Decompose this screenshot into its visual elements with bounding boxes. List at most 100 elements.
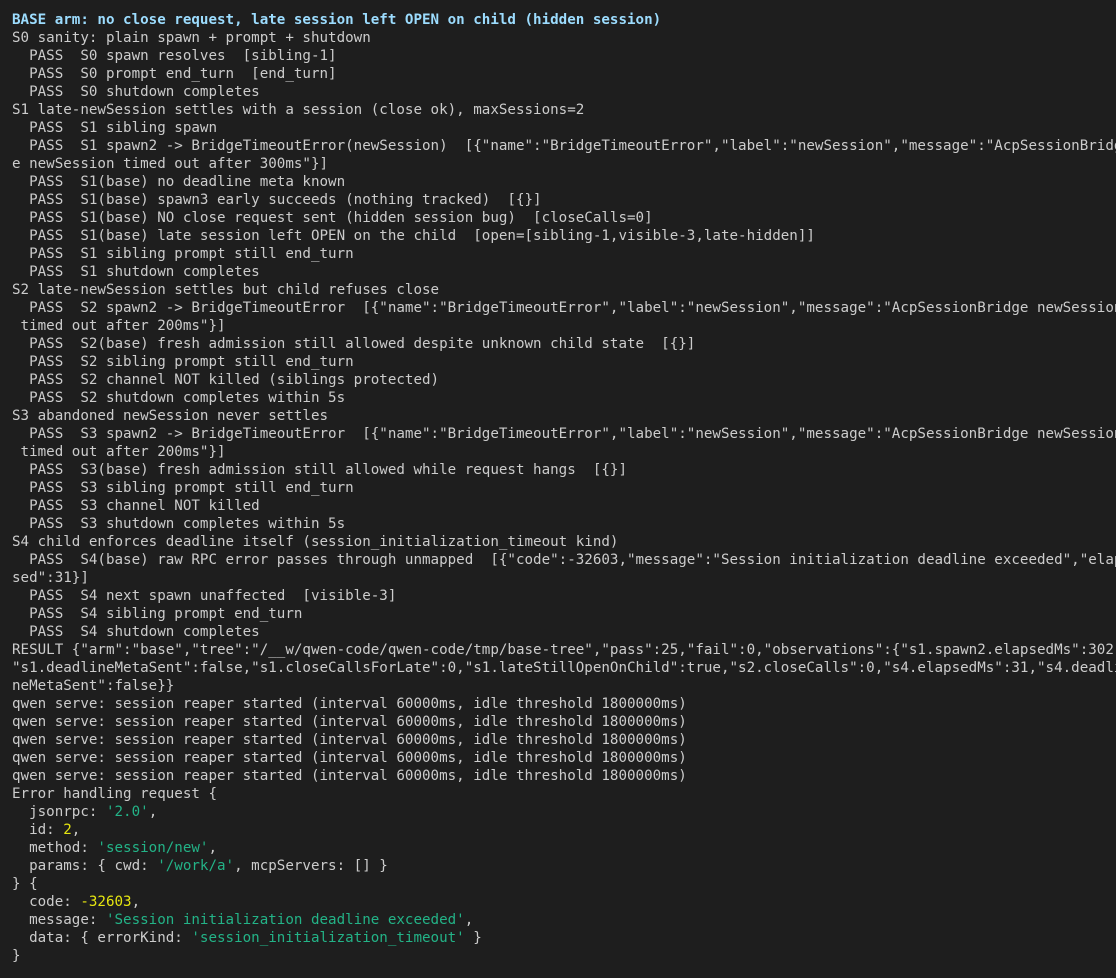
terminal-text: PASS S4 next spawn unaffected [visible-3… (12, 588, 397, 604)
terminal-text: e newSession timed out after 300ms"}] (12, 156, 329, 172)
terminal-text: id: (12, 822, 64, 838)
terminal-text: sed":31}] (12, 570, 89, 586)
terminal-line: S4 child enforces deadline itself (sessi… (12, 533, 1116, 551)
terminal-text: S3 abandoned newSession never settles (12, 408, 329, 424)
terminal-text: PASS S3 shutdown completes within 5s (12, 516, 346, 532)
terminal-text: PASS S1 shutdown completes (12, 264, 260, 280)
terminal-line: } (12, 947, 1116, 965)
terminal-line: PASS S1 spawn2 -> BridgeTimeoutError(new… (12, 137, 1116, 155)
terminal-text: PASS S1 sibling spawn (12, 120, 217, 136)
terminal-text: PASS S2 shutdown completes within 5s (12, 390, 346, 406)
terminal-line: qwen serve: session reaper started (inte… (12, 749, 1116, 767)
terminal-line: PASS S3 sibling prompt still end_turn (12, 479, 1116, 497)
terminal-line: S0 sanity: plain spawn + prompt + shutdo… (12, 29, 1116, 47)
terminal-text: PASS S2(base) fresh admission still allo… (12, 336, 696, 352)
terminal-text: PASS S1(base) NO close request sent (hid… (12, 210, 653, 226)
terminal-text: PASS S1 spawn2 -> BridgeTimeoutError(new… (12, 138, 1116, 154)
terminal-text: '/work/a' (157, 858, 235, 874)
terminal-text: , (208, 840, 218, 856)
terminal-text: } (12, 948, 21, 964)
terminal-text: 'session_initialization_timeout' (191, 930, 465, 946)
terminal-text: PASS S3 sibling prompt still end_turn (12, 480, 354, 496)
terminal-text: message: (12, 912, 106, 928)
terminal-line: PASS S1(base) spawn3 early succeeds (not… (12, 191, 1116, 209)
terminal-line: Error handling request { (12, 785, 1116, 803)
terminal-text: PASS S3 spawn2 -> BridgeTimeoutError [{"… (12, 426, 1116, 442)
terminal-text: '2.0' (105, 804, 149, 820)
terminal-line: message: 'Session initialization deadlin… (12, 911, 1116, 929)
terminal-line: method: 'session/new', (12, 839, 1116, 857)
terminal-line: timed out after 200ms"}] (12, 443, 1116, 461)
terminal-text: BASE arm: no close request, late session… (12, 12, 662, 28)
terminal-text: S4 child enforces deadline itself (sessi… (12, 534, 619, 550)
terminal-text: PASS S1(base) late session left OPEN on … (12, 228, 815, 244)
terminal-text: PASS S3 channel NOT killed (12, 498, 260, 514)
terminal-text: jsonrpc: (12, 804, 106, 820)
terminal-text: } (464, 930, 482, 946)
terminal-line: PASS S4 next spawn unaffected [visible-3… (12, 587, 1116, 605)
terminal-text: PASS S4 sibling prompt end_turn (12, 606, 303, 622)
terminal-line: PASS S0 shutdown completes (12, 83, 1116, 101)
terminal-text: params: { cwd: (12, 858, 158, 874)
terminal-line: sed":31}] (12, 569, 1116, 587)
terminal-line: PASS S2 channel NOT killed (siblings pro… (12, 371, 1116, 389)
terminal-text: , (464, 912, 474, 928)
terminal-text: qwen serve: session reaper started (inte… (12, 750, 687, 766)
terminal-text: code: (12, 894, 81, 910)
terminal-line: neMetaSent":false}} (12, 677, 1116, 695)
terminal-line: PASS S2(base) fresh admission still allo… (12, 335, 1116, 353)
terminal-text: PASS S0 spawn resolves [sibling-1] (12, 48, 337, 64)
terminal-text: PASS S2 channel NOT killed (siblings pro… (12, 372, 440, 388)
terminal-text: PASS S3(base) fresh admission still allo… (12, 462, 627, 478)
terminal-line: PASS S1(base) no deadline meta known (12, 173, 1116, 191)
terminal-line: qwen serve: session reaper started (inte… (12, 731, 1116, 749)
terminal-text: PASS S0 shutdown completes (12, 84, 260, 100)
terminal-output[interactable]: BASE arm: no close request, late session… (0, 0, 1116, 978)
terminal-text: 'session/new' (97, 840, 209, 856)
terminal-line: PASS S3 spawn2 -> BridgeTimeoutError [{"… (12, 425, 1116, 443)
terminal-text: , (131, 894, 141, 910)
terminal-text: S1 late-newSession settles with a sessio… (12, 102, 585, 118)
terminal-text: PASS S4(base) raw RPC error passes throu… (12, 552, 1116, 568)
terminal-line: PASS S1 sibling prompt still end_turn (12, 245, 1116, 263)
terminal-line: PASS S4 sibling prompt end_turn (12, 605, 1116, 623)
terminal-text: qwen serve: session reaper started (inte… (12, 714, 687, 730)
terminal-line: PASS S3 channel NOT killed (12, 497, 1116, 515)
terminal-text: , (148, 804, 158, 820)
terminal-line: RESULT {"arm":"base","tree":"/__w/qwen-c… (12, 641, 1116, 659)
terminal-text: qwen serve: session reaper started (inte… (12, 732, 687, 748)
terminal-line: qwen serve: session reaper started (inte… (12, 713, 1116, 731)
terminal-line: params: { cwd: '/work/a', mcpServers: []… (12, 857, 1116, 875)
terminal-line: PASS S1(base) late session left OPEN on … (12, 227, 1116, 245)
terminal-line: PASS S1 shutdown completes (12, 263, 1116, 281)
terminal-line: PASS S0 spawn resolves [sibling-1] (12, 47, 1116, 65)
terminal-text: qwen serve: session reaper started (inte… (12, 696, 687, 712)
terminal-line: } { (12, 875, 1116, 893)
terminal-text: PASS S2 spawn2 -> BridgeTimeoutError [{"… (12, 300, 1116, 316)
terminal-line: PASS S2 shutdown completes within 5s (12, 389, 1116, 407)
terminal-line: id: 2, (12, 821, 1116, 839)
terminal-text: "s1.deadlineMetaSent":false,"s1.closeCal… (12, 660, 1116, 676)
terminal-line: e newSession timed out after 300ms"}] (12, 155, 1116, 173)
terminal-line: data: { errorKind: 'session_initializati… (12, 929, 1116, 947)
terminal-line: PASS S1(base) NO close request sent (hid… (12, 209, 1116, 227)
terminal-text: 2 (63, 822, 72, 838)
terminal-line: PASS S4 shutdown completes (12, 623, 1116, 641)
terminal-line: BASE arm: no close request, late session… (12, 11, 1116, 29)
terminal-line: PASS S0 prompt end_turn [end_turn] (12, 65, 1116, 83)
terminal-line: code: -32603, (12, 893, 1116, 911)
terminal-text: S0 sanity: plain spawn + prompt + shutdo… (12, 30, 371, 46)
terminal-line: PASS S3 shutdown completes within 5s (12, 515, 1116, 533)
terminal-text: PASS S2 sibling prompt still end_turn (12, 354, 354, 370)
terminal-line: qwen serve: session reaper started (inte… (12, 767, 1116, 785)
terminal-text: PASS S1 sibling prompt still end_turn (12, 246, 354, 262)
terminal-text: S2 late-newSession settles but child ref… (12, 282, 440, 298)
terminal-text: PASS S4 shutdown completes (12, 624, 260, 640)
terminal-text: method: (12, 840, 98, 856)
terminal-line: "s1.deadlineMetaSent":false,"s1.closeCal… (12, 659, 1116, 677)
terminal-text: neMetaSent":false}} (12, 678, 175, 694)
terminal-line: S1 late-newSession settles with a sessio… (12, 101, 1116, 119)
terminal-text: timed out after 200ms"}] (12, 318, 226, 334)
terminal-text: } { (12, 876, 38, 892)
terminal-text: qwen serve: session reaper started (inte… (12, 768, 687, 784)
